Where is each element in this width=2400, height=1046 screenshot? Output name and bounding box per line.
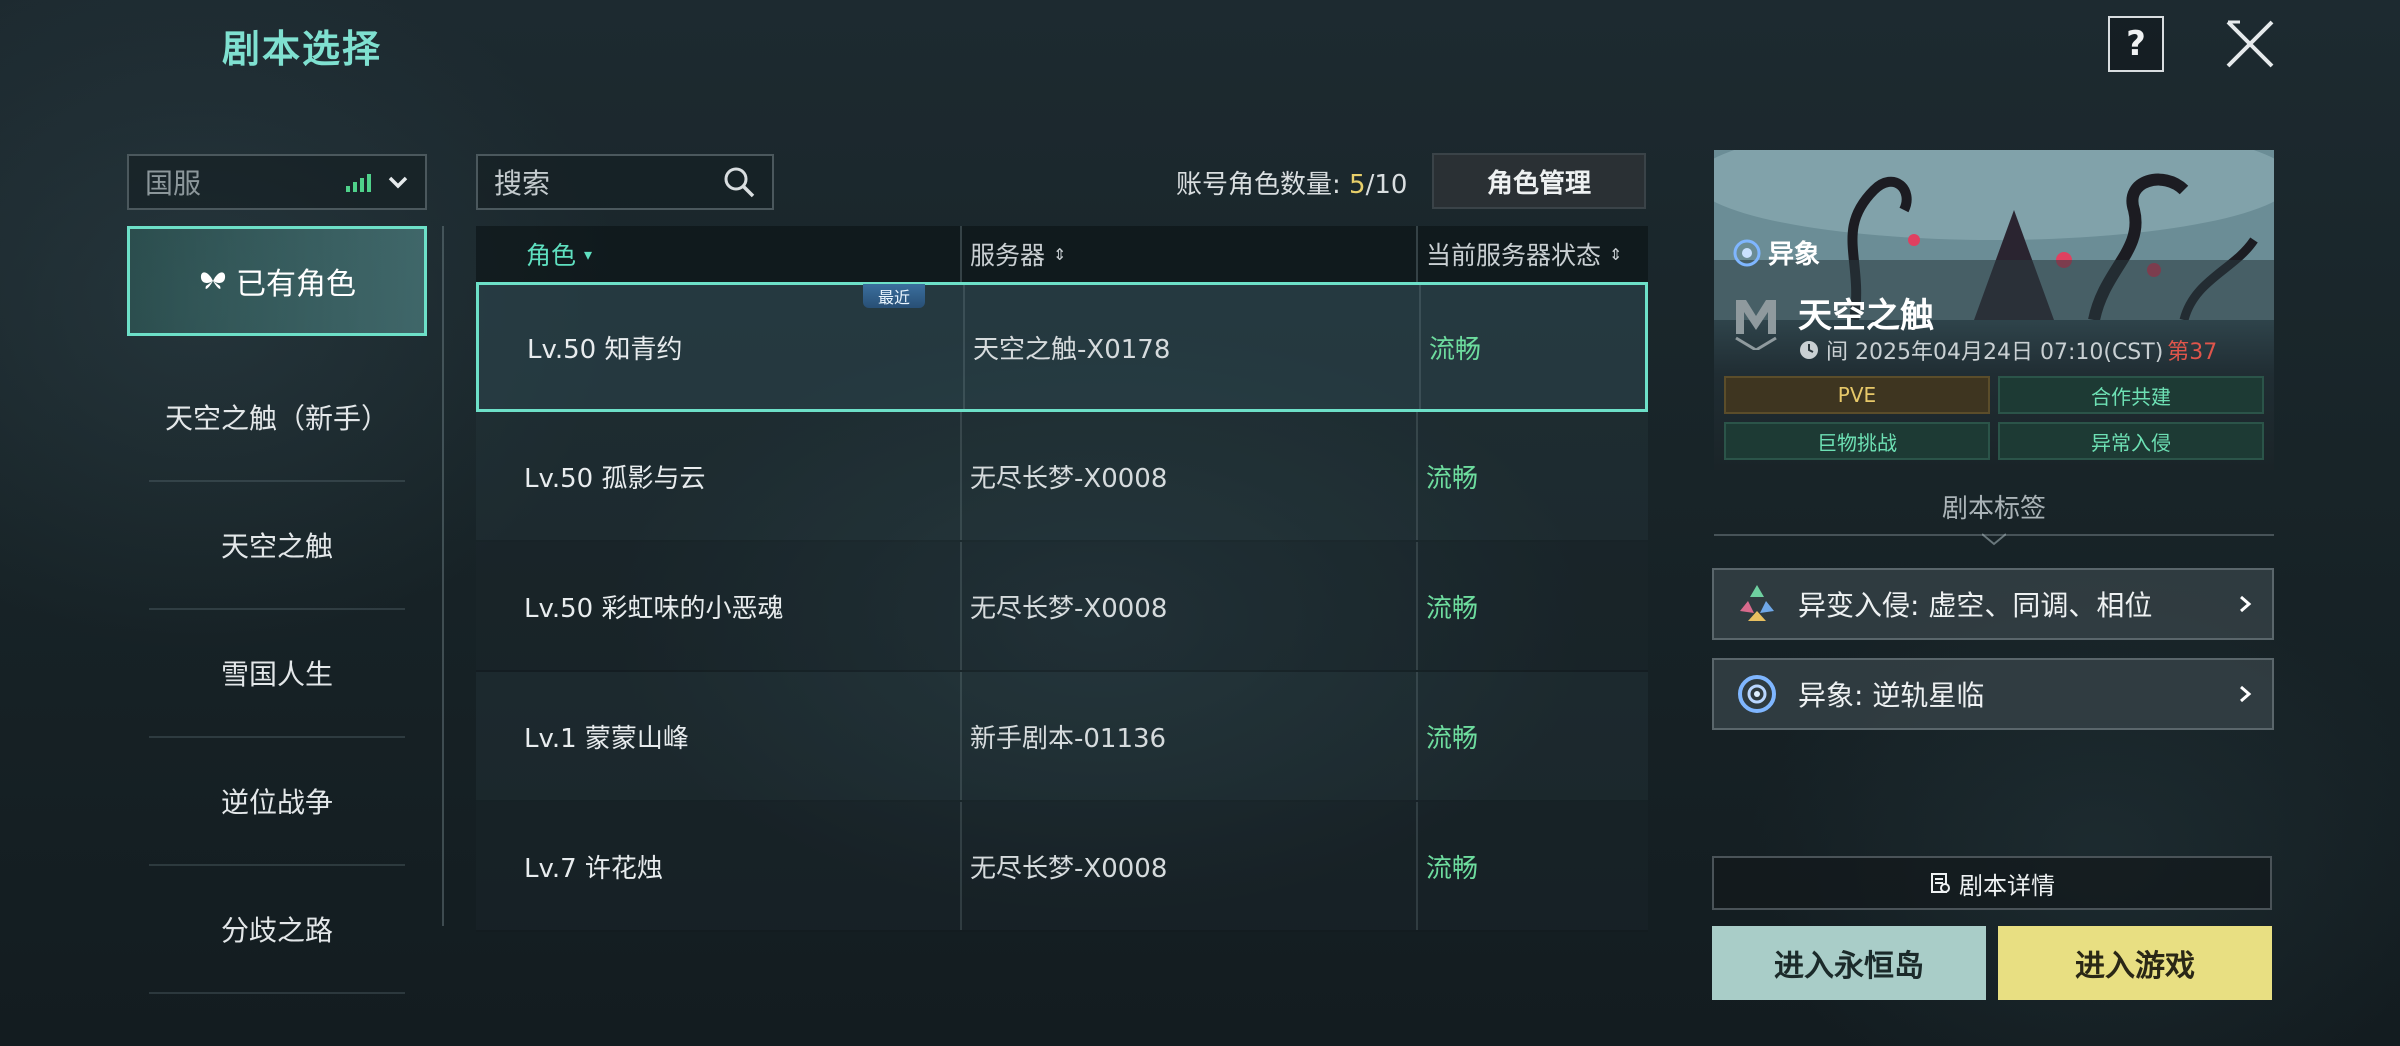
event-banner[interactable]: 异象 天空之触 间 2025年04月24日 07:10(CST) 第37 PVE… [1714, 150, 2274, 470]
close-button[interactable] [2220, 14, 2280, 74]
server-name: 新手剧本-01136 [960, 672, 1416, 800]
table-row[interactable]: Lv.7 许花烛 无尽长梦-X0008 流畅 [476, 802, 1648, 932]
column-header-server[interactable]: 服务器 ⇕ [960, 226, 1416, 282]
chevron-down-icon [388, 176, 408, 189]
event-tag-colossus: 巨物挑战 [1724, 422, 1990, 460]
table-body: 最近 Lv.50 知青约 天空之触-X0178 流畅 Lv.50 孤影与云 无尽… [476, 282, 1648, 932]
table-row[interactable]: Lv.50 孤影与云 无尽长梦-X0008 流畅 [476, 412, 1648, 542]
server-name: 无尽长梦-X0008 [960, 542, 1416, 670]
script-logo-icon [1735, 300, 1777, 350]
role-name: Lv.1 蒙蒙山峰 [524, 723, 689, 754]
event-time-text: 间 2025年04月24日 07:10(CST) [1826, 340, 2164, 365]
account-count-max: /10 [1365, 170, 1408, 200]
script-tags-title: 剧本标签 [1941, 494, 2046, 524]
role-name: Lv.7 许花烛 [524, 853, 663, 884]
nav-item-sky-touch[interactable]: 天空之触 [149, 482, 405, 610]
column-header-role[interactable]: 角色 ▾ [476, 226, 960, 282]
column-header-label: 角色 [526, 241, 577, 270]
recent-badge: 最近 [863, 284, 925, 308]
account-role-count: 账号角色数量: 5/10 [1176, 164, 1407, 201]
server-status: 流畅 [1416, 542, 1648, 670]
nav-item-label: 天空之触 [220, 530, 333, 563]
search-placeholder: 搜索 [494, 167, 551, 200]
feature-mutation-invasion[interactable]: 异变入侵: 虚空、同调、相位 [1712, 568, 2274, 640]
event-tag-invasion: 异常入侵 [1998, 422, 2264, 460]
nav-item-divergent-road[interactable]: 分歧之路 [149, 866, 405, 994]
region-label: 国服 [145, 167, 202, 200]
event-name: 天空之触 [1798, 296, 1934, 336]
feature-label: 异象: 逆轨星临 [1798, 679, 1985, 712]
event-tag-label: 异象 [1768, 240, 1821, 270]
sort-down-icon: ▾ [584, 244, 593, 264]
script-nav: 已有角色 天空之触（新手） 天空之触 雪国人生 逆位战争 分歧之路 [127, 226, 427, 994]
event-tag-pve: PVE [1724, 376, 1990, 414]
nav-item-label: 已有角色 [236, 267, 356, 302]
script-details-button[interactable]: 剧本详情 [1712, 856, 2272, 910]
search-icon [724, 167, 755, 198]
column-header-label: 服务器 [970, 241, 1046, 270]
nav-item-label: 分歧之路 [220, 914, 333, 947]
document-icon [1931, 873, 1950, 893]
notch-icon [1982, 533, 2006, 546]
feature-label: 异变入侵: 虚空、同调、相位 [1798, 589, 2153, 622]
column-header-label: 当前服务器状态 [1426, 241, 1602, 270]
column-divider [442, 226, 444, 926]
event-tag: 异象 [1732, 234, 1820, 271]
nav-item-existing-roles[interactable]: 已有角色 [127, 226, 427, 336]
event-time: 间 2025年04月24日 07:10(CST) 第37 [1798, 334, 2217, 366]
enter-game-button[interactable]: 进入游戏 [1998, 926, 2272, 1000]
search-input[interactable]: 搜索 [476, 154, 774, 210]
help-button[interactable]: ? [2108, 16, 2164, 72]
server-status: 流畅 [1416, 802, 1648, 930]
role-table: 角色 ▾ 服务器 ⇕ 当前服务器状态 ⇕ 最近 Lv.50 知青约 天空之触-X… [476, 226, 1648, 932]
sort-toggle-icon: ⇕ [1053, 244, 1067, 264]
nav-item-sky-touch-novice[interactable]: 天空之触（新手） [149, 354, 405, 482]
account-count-current: 5 [1349, 170, 1366, 200]
nav-item-label: 雪国人生 [220, 658, 333, 691]
server-name: 无尽长梦-X0008 [960, 412, 1416, 540]
event-tag-co-build: 合作共建 [1998, 376, 2264, 414]
anomaly-ring-icon [1733, 239, 1761, 266]
nav-item-snow-country[interactable]: 雪国人生 [149, 610, 405, 738]
feature-anomaly[interactable]: 异象: 逆轨星临 [1712, 658, 2274, 730]
column-header-status[interactable]: 当前服务器状态 ⇕ [1416, 226, 1648, 282]
table-row[interactable]: Lv.1 蒙蒙山峰 新手剧本-01136 流畅 [476, 672, 1648, 802]
event-season: 第37 [2167, 340, 2218, 365]
script-details-label: 剧本详情 [1959, 871, 2055, 900]
enter-island-button[interactable]: 进入永恒岛 [1712, 926, 1986, 1000]
anomaly-ring-icon [1738, 675, 1776, 713]
server-status: 流畅 [1416, 412, 1648, 540]
region-select[interactable]: 国服 [127, 154, 427, 210]
table-row[interactable]: Lv.50 彩虹味的小恶魂 无尽长梦-X0008 流畅 [476, 542, 1648, 672]
table-row[interactable]: 最近 Lv.50 知青约 天空之触-X0178 流畅 [476, 282, 1648, 412]
server-status: 流畅 [1416, 672, 1648, 800]
account-count-label: 账号角色数量: [1176, 170, 1341, 200]
clock-icon [1800, 341, 1818, 359]
close-icon [2226, 20, 2274, 68]
signal-bars-icon [346, 172, 371, 192]
mutation-icon [1740, 585, 1774, 621]
butterfly-icon [200, 272, 226, 289]
chevron-right-icon [2240, 595, 2252, 613]
chevron-right-icon [2240, 685, 2252, 703]
role-name: Lv.50 彩虹味的小恶魂 [524, 593, 784, 624]
role-manage-button[interactable]: 角色管理 [1432, 153, 1646, 209]
sort-toggle-icon: ⇕ [1609, 244, 1623, 264]
nav-item-label: 天空之触（新手） [164, 402, 389, 435]
nav-item-reverse-war[interactable]: 逆位战争 [149, 738, 405, 866]
server-name: 天空之触-X0178 [963, 285, 1419, 409]
server-status: 流畅 [1419, 285, 1645, 409]
page-title: 剧本选择 [222, 27, 383, 71]
server-name: 无尽长梦-X0008 [960, 802, 1416, 930]
nav-item-label: 逆位战争 [220, 786, 333, 819]
table-header: 角色 ▾ 服务器 ⇕ 当前服务器状态 ⇕ [476, 226, 1648, 282]
role-name: Lv.50 孤影与云 [524, 463, 706, 494]
